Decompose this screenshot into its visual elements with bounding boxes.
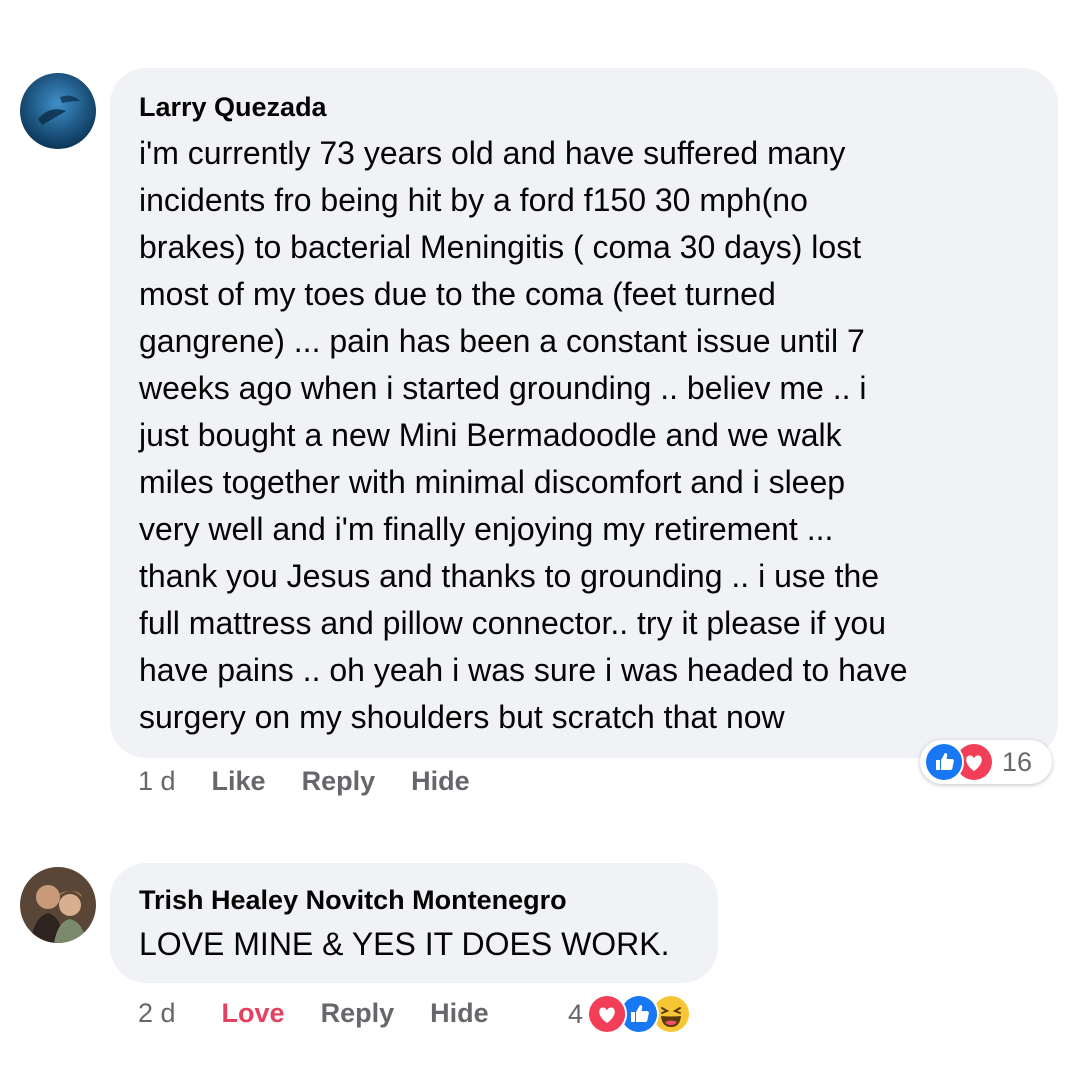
comment-bubble: Larry Quezada i'm currently 73 years old…	[110, 68, 1058, 758]
avatar[interactable]	[20, 73, 96, 149]
comment-actions: 2 d Love Reply Hide	[138, 998, 489, 1029]
comment-actions: 1 d Like Reply Hide	[138, 766, 470, 797]
comment-text: i'm currently 73 years old and have suff…	[139, 135, 908, 735]
hide-button[interactable]: Hide	[411, 766, 470, 797]
reaction-summary[interactable]: 4	[568, 994, 692, 1034]
love-icon	[587, 994, 628, 1034]
like-icon	[924, 742, 964, 782]
reaction-count: 16	[1002, 746, 1033, 777]
reaction-summary[interactable]: 16	[920, 740, 1052, 784]
comment-author[interactable]: Larry Quezada	[139, 90, 1028, 124]
comment-author[interactable]: Trish Healey Novitch Montenegro	[139, 883, 688, 917]
comment-text: LOVE MINE & YES IT DOES WORK.	[139, 926, 670, 962]
reaction-count: 4	[568, 998, 584, 1029]
comment-timestamp[interactable]: 1 d	[138, 766, 176, 797]
reply-button[interactable]: Reply	[302, 766, 376, 797]
love-button[interactable]: Love	[222, 998, 285, 1029]
hide-button[interactable]: Hide	[430, 998, 489, 1029]
comment-timestamp[interactable]: 2 d	[138, 998, 176, 1029]
comment-bubble: Trish Healey Novitch Montenegro LOVE MIN…	[110, 863, 718, 983]
reply-button[interactable]: Reply	[321, 998, 395, 1029]
avatar[interactable]	[20, 867, 96, 943]
like-button[interactable]: Like	[212, 766, 266, 797]
